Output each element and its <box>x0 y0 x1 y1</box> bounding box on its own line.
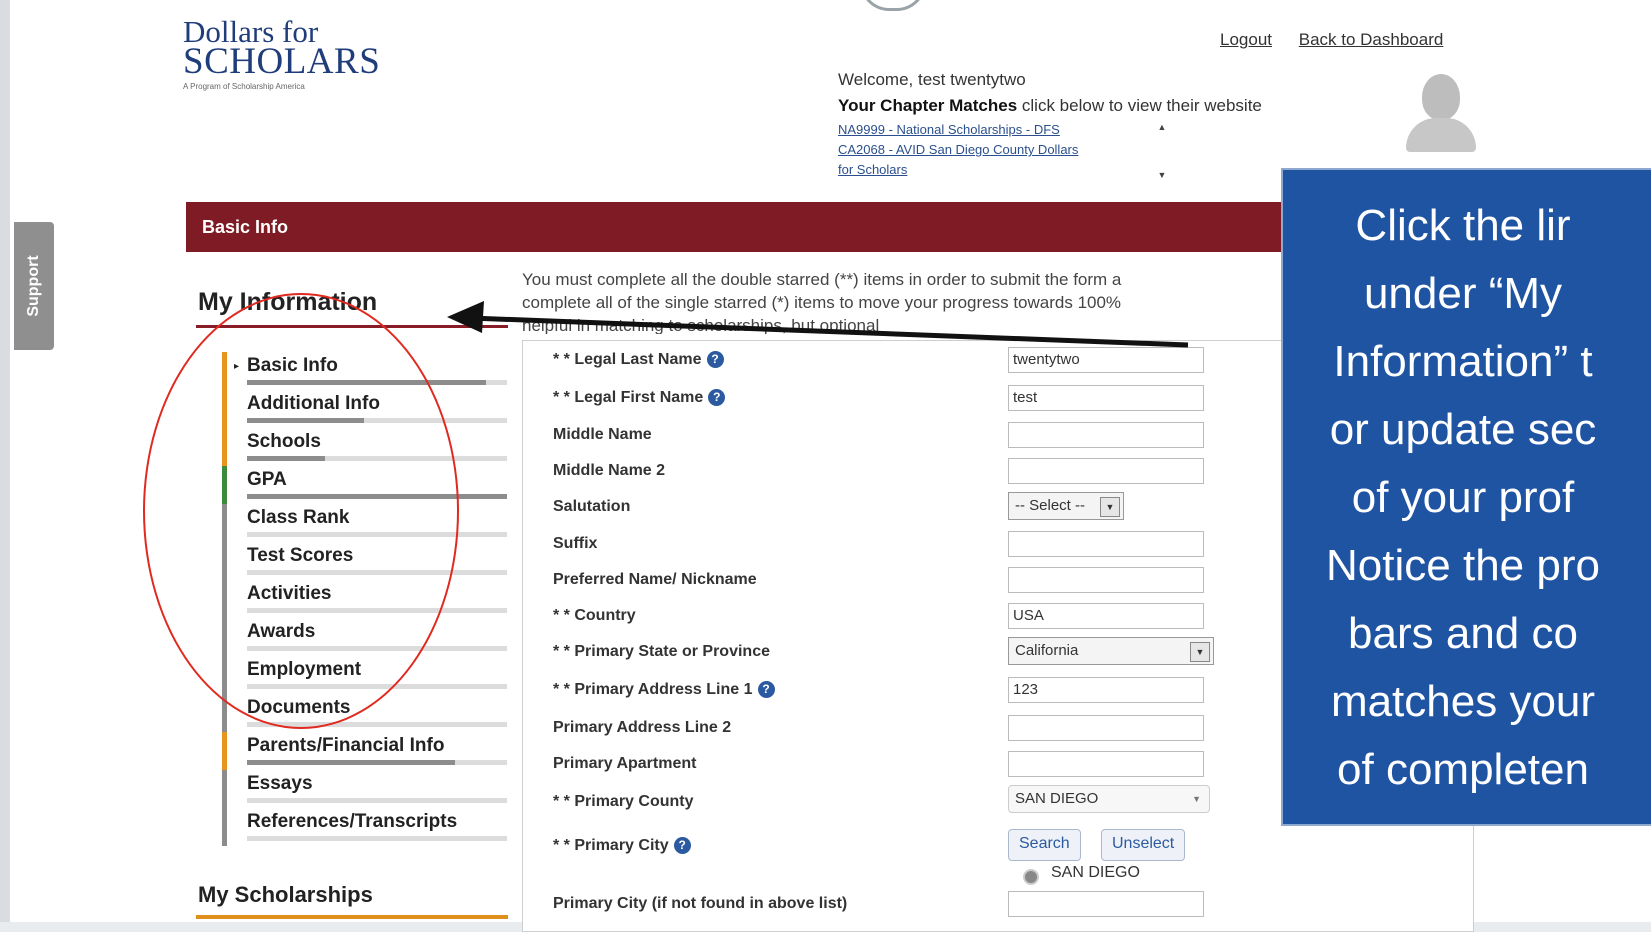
progress-bar <box>247 760 507 765</box>
middle-name-input[interactable] <box>1008 422 1204 448</box>
sidebar-item-label: References/Transcripts <box>247 811 458 832</box>
sidebar-item[interactable]: Essays <box>220 770 510 808</box>
logo-line2: SCHOLARS <box>183 41 381 82</box>
country-input[interactable]: USA <box>1008 603 1204 629</box>
country-label: * * Country <box>553 607 636 624</box>
nickname-label: Preferred Name/ Nickname <box>553 571 757 588</box>
address-line-2-input[interactable] <box>1008 715 1204 741</box>
chevron-down-icon: ▼ <box>1100 497 1120 517</box>
status-marker <box>222 808 227 846</box>
county-label: * * Primary County <box>553 793 694 810</box>
chevron-down-icon: ▼ <box>1190 642 1210 662</box>
scholarships-underline <box>196 915 508 919</box>
apartment-label: Primary Apartment <box>553 755 697 772</box>
city-label: * * Primary City? <box>553 837 691 855</box>
suffix-label: Suffix <box>553 535 598 552</box>
help-icon[interactable]: ? <box>706 351 724 368</box>
logout-link[interactable]: Logout <box>1220 30 1272 49</box>
scroll-down-icon[interactable]: ▼ <box>1153 170 1171 180</box>
chapter-matches-heading: Your Chapter Matches <box>838 96 1018 115</box>
instruction-line: complete all of the single starred (*) i… <box>522 293 1122 312</box>
help-icon[interactable]: ? <box>708 389 726 406</box>
salutation-select[interactable]: -- Select -- ▼ <box>1008 492 1124 520</box>
chapter-list-scrollbar[interactable]: ▲ ▼ <box>1153 122 1171 184</box>
callout-text: Click the lir under “My Information” t o… <box>1326 201 1600 794</box>
help-icon[interactable]: ? <box>673 837 691 854</box>
help-icon[interactable]: ? <box>757 681 775 698</box>
city-search-button[interactable]: Search <box>1008 829 1081 861</box>
nickname-input[interactable] <box>1008 567 1204 593</box>
sidebar-item[interactable]: References/Transcripts <box>220 808 510 846</box>
address-line-1-label: * * Primary Address Line 1? <box>553 681 775 699</box>
city-radio[interactable] <box>1023 869 1039 885</box>
section-header-bar: Basic Info <box>186 202 1306 252</box>
chapter-matches-hint: click below to view their website <box>1017 96 1262 115</box>
instruction-line: You must complete all the double starred… <box>522 270 1122 289</box>
middle-name-label: Middle Name <box>553 426 652 443</box>
chapter-link[interactable]: NA9999 - National Scholarships - DFS <box>838 120 1178 140</box>
progress-fill <box>247 760 455 765</box>
form-instructions: You must complete all the double starred… <box>522 268 1302 334</box>
legal-last-name-input[interactable]: twentytwo <box>1008 347 1204 373</box>
county-select[interactable]: SAN DIEGO ▼ <box>1008 785 1210 813</box>
address-line-2-label: Primary Address Line 2 <box>553 719 732 736</box>
address-line-1-input[interactable]: 123 <box>1008 677 1204 703</box>
state-select[interactable]: California ▼ <box>1008 637 1214 665</box>
instruction-line: helpful in matching to scholarships, but… <box>522 316 880 334</box>
chapter-link[interactable]: for Scholars <box>838 160 1178 180</box>
city-option-label: SAN DIEGO <box>1051 864 1140 881</box>
my-scholarships-heading: My Scholarships <box>198 882 373 907</box>
city-other-label: Primary City (if not found in above list… <box>553 895 848 912</box>
city-unselect-button[interactable]: Unselect <box>1101 829 1186 861</box>
logo-tagline: A Program of Scholarship America <box>183 82 305 91</box>
city-other-input[interactable] <box>1008 891 1204 917</box>
scroll-up-icon[interactable]: ▲ <box>1153 122 1171 132</box>
state-label: * * Primary State or Province <box>553 643 770 660</box>
status-marker <box>222 770 227 808</box>
legal-first-name-label: * * Legal First Name? <box>553 389 726 407</box>
status-marker <box>222 732 227 770</box>
salutation-label: Salutation <box>553 498 631 515</box>
middle-name-2-input[interactable] <box>1008 458 1204 484</box>
chapter-matches-text: Your Chapter Matches click below to view… <box>838 96 1262 116</box>
back-to-dashboard-link[interactable]: Back to Dashboard <box>1299 30 1444 49</box>
annotation-ellipse <box>143 293 459 729</box>
middle-name-2-label: Middle Name 2 <box>553 462 666 479</box>
instruction-callout: Click the lir under “My Information” t o… <box>1281 168 1651 826</box>
top-links: Logout Back to Dashboard <box>1220 30 1465 50</box>
window-left-edge <box>0 0 10 922</box>
sidebar-item-label: Essays <box>247 773 313 794</box>
logo[interactable]: Dollars for SCHOLARS A Program of Schola… <box>183 16 381 91</box>
legal-first-name-input[interactable]: test <box>1008 385 1204 411</box>
sidebar-item[interactable]: Parents/Financial Info <box>220 732 510 770</box>
legal-last-name-label: * * Legal Last Name? <box>553 351 724 369</box>
progress-bar <box>247 798 507 803</box>
avatar[interactable] <box>1400 72 1480 154</box>
support-label: Support <box>25 255 42 317</box>
welcome-text: Welcome, test twentytwo <box>838 70 1026 89</box>
section-title: Basic Info <box>202 217 289 237</box>
apartment-input[interactable] <box>1008 751 1204 777</box>
chevron-down-icon: ▼ <box>1192 794 1201 804</box>
suffix-input[interactable] <box>1008 531 1204 557</box>
progress-bar <box>247 836 507 841</box>
sidebar-item-label: Parents/Financial Info <box>247 735 445 756</box>
chapter-link[interactable]: CA2068 - AVID San Diego County Dollars <box>838 140 1178 160</box>
chapter-list[interactable]: NA9999 - National Scholarships - DFS CA2… <box>838 120 1178 182</box>
support-tab[interactable]: Support <box>14 222 54 350</box>
